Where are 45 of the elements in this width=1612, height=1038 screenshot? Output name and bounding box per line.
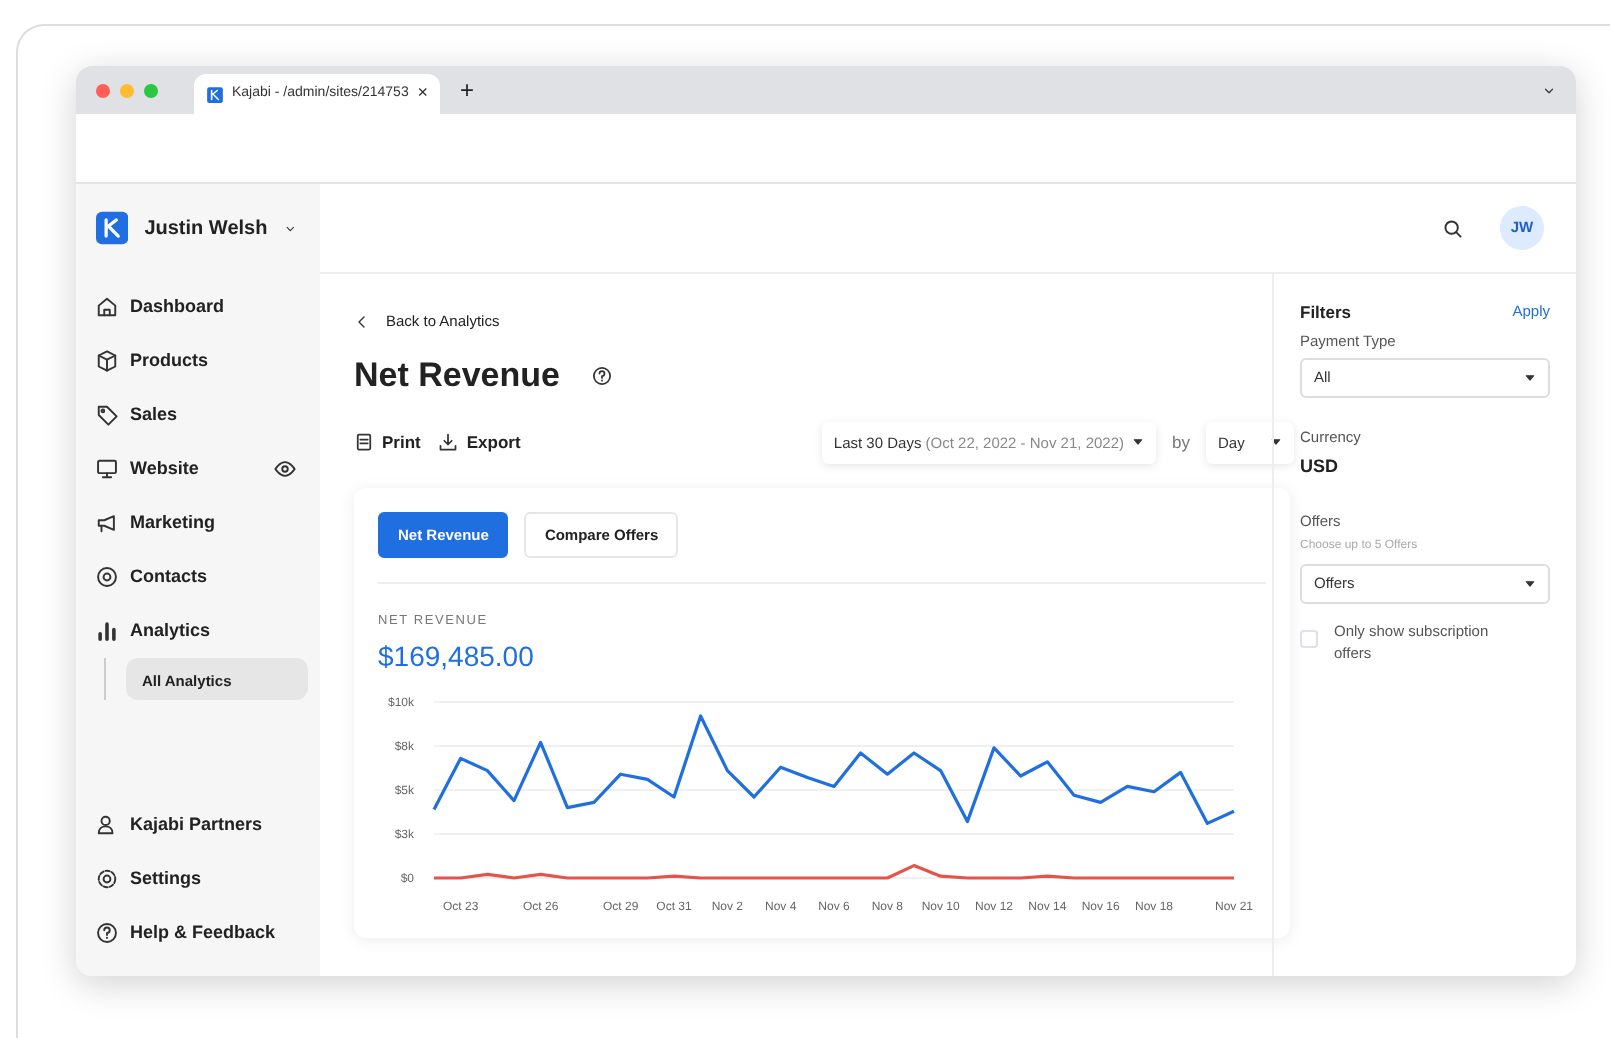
- gear-icon: [96, 868, 118, 890]
- eye-icon: [274, 458, 296, 480]
- sidebar-item[interactable]: Products: [96, 334, 308, 388]
- house-icon: [96, 296, 118, 318]
- download-icon: [438, 432, 459, 453]
- sidebar-item[interactable]: Settings: [96, 852, 308, 906]
- monitor-icon: [96, 458, 118, 480]
- caret-down-icon: [1270, 436, 1282, 449]
- sidebar-item[interactable]: Sales: [96, 388, 308, 442]
- help-icon: [96, 922, 118, 944]
- person-icon: [96, 814, 118, 836]
- metric-value: $169,485.00: [378, 637, 536, 676]
- action-link[interactable]: Export: [438, 429, 521, 456]
- currency-value: USD: [1300, 454, 1341, 481]
- sidebar-item[interactable]: Dashboard: [96, 280, 308, 334]
- sidebar-item[interactable]: Marketing: [96, 496, 308, 550]
- help-icon[interactable]: [591, 366, 612, 386]
- sidebar-item[interactable]: Help & Feedback: [96, 906, 308, 960]
- bar-chart-icon: [96, 620, 118, 642]
- sidebar-item[interactable]: Website: [96, 442, 308, 496]
- caret-down-icon: [1132, 436, 1145, 449]
- page-title: Net Revenue: [354, 354, 560, 399]
- filters-title: Filters: [1300, 300, 1352, 326]
- chevron-down-icon: [1542, 83, 1556, 97]
- caret-down-icon: [1524, 372, 1536, 384]
- megaphone-icon: [96, 512, 118, 534]
- checkbox[interactable]: [1300, 630, 1318, 648]
- caret-down-icon: [1524, 578, 1536, 590]
- logo-icon: [96, 210, 129, 246]
- chevron-down-icon: [283, 221, 296, 235]
- sidebar-item[interactable]: Contacts: [96, 550, 308, 604]
- chevron-left-icon: [354, 313, 370, 330]
- box-icon: [96, 350, 118, 372]
- printer-icon: [354, 432, 374, 453]
- favicon-icon: [206, 85, 224, 103]
- account-switcher[interactable]: Justin Welsh: [96, 208, 308, 248]
- new-tab-button[interactable]: +: [460, 72, 475, 108]
- search-icon[interactable]: [1442, 217, 1464, 239]
- sidebar-item[interactable]: Kajabi Partners: [96, 798, 308, 852]
- sidebar-item[interactable]: Analytics: [96, 604, 308, 658]
- tab-close-button[interactable]: ×: [417, 80, 428, 108]
- by-label: by: [1172, 429, 1190, 456]
- tag-icon: [96, 404, 118, 426]
- action-link[interactable]: Print: [354, 429, 421, 456]
- account-name: Justin Welsh: [144, 215, 268, 243]
